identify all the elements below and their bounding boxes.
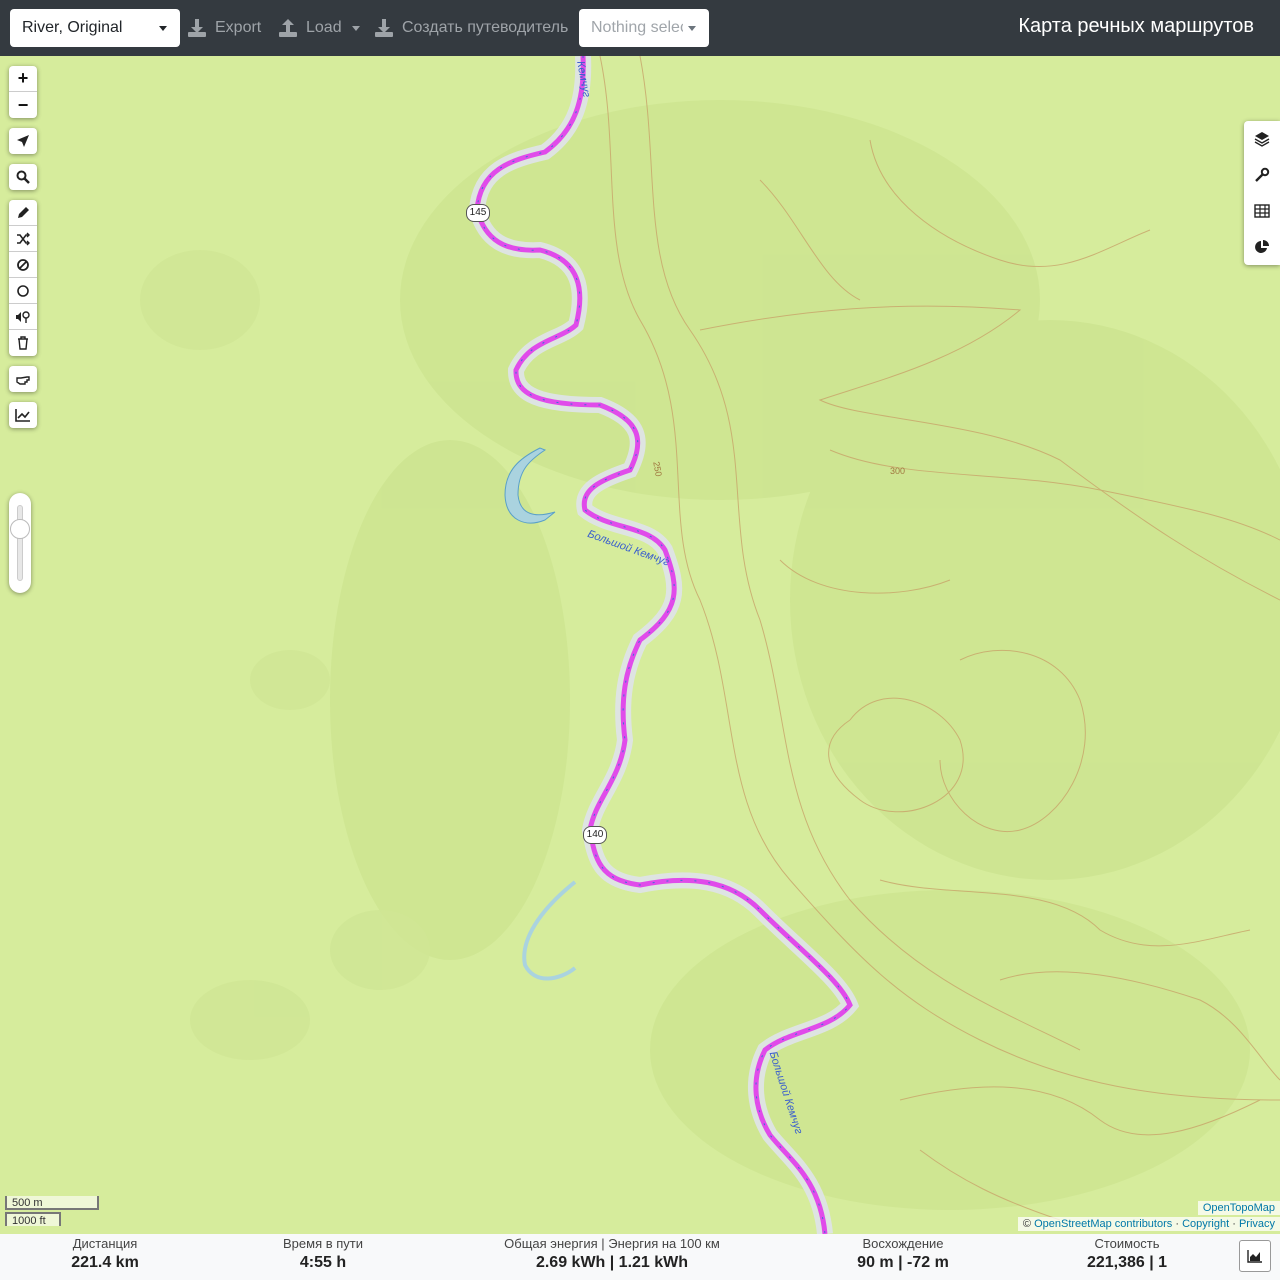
load-label: Load [306, 19, 342, 36]
delete-route-button[interactable] [9, 330, 37, 356]
locate-button[interactable] [9, 128, 37, 154]
opacity-slider[interactable] [9, 493, 31, 593]
circle-icon [17, 284, 29, 297]
attribution-separator: · [1175, 1218, 1179, 1230]
chevron-down-icon [351, 25, 360, 31]
copyright-link[interactable]: Copyright [1182, 1218, 1229, 1230]
draw-route-button[interactable] [9, 200, 37, 226]
layer-attribution: OpenTopoMap [1197, 1201, 1280, 1215]
load-button[interactable]: Load [278, 14, 360, 42]
layers-icon [1254, 132, 1270, 147]
elevation-control [9, 402, 37, 428]
stat-distance: Дистанция 221.4 km [40, 1236, 170, 1274]
right-toolbar [1244, 121, 1280, 265]
layers-button[interactable] [1244, 121, 1280, 157]
ban-icon [17, 258, 29, 271]
circle-button[interactable] [9, 278, 37, 304]
table-icon [1254, 204, 1270, 218]
topo-map [0, 56, 1280, 1234]
stat-cost-value: 221,386 | 1 [1086, 1254, 1168, 1271]
table-button[interactable] [1244, 193, 1280, 229]
elevation-chart-button[interactable] [9, 402, 37, 428]
stat-energy-value: 2.69 kWh | 1.21 kWh [535, 1254, 689, 1271]
hand-pointer-icon [16, 376, 30, 385]
zoom-control: + − [9, 66, 37, 118]
stat-ascent-value: 90 m | -72 m [857, 1254, 949, 1271]
chevron-down-icon [688, 26, 696, 31]
map-canvas[interactable]: Большой Кемчуг Кемчуг Большой Кемчуг 145… [0, 56, 1280, 1234]
upload-icon [279, 19, 297, 37]
hand-button[interactable] [9, 366, 37, 392]
shuffle-button[interactable] [9, 226, 37, 252]
stat-time-label: Время в пути [283, 1236, 363, 1251]
poi-button[interactable] [9, 304, 37, 330]
search-icon [16, 170, 30, 184]
trash-icon [18, 336, 28, 350]
download-icon [188, 19, 206, 37]
selection-dropdown-placeholder: Nothing selected [591, 19, 683, 36]
map-attribution: © OpenStreetMap contributors · Copyright… [1017, 1217, 1280, 1231]
stat-distance-value: 221.4 km [71, 1254, 139, 1271]
chevron-down-icon [159, 26, 167, 31]
stat-time: Время в пути 4:55 h [253, 1236, 393, 1274]
km-marker: 140 [583, 826, 607, 844]
scale-metric: 500 m [5, 1196, 99, 1210]
export-button[interactable]: Export [187, 14, 261, 42]
pie-chart-icon [1255, 240, 1269, 253]
no-go-area-button[interactable] [9, 252, 37, 278]
line-chart-icon [15, 409, 30, 422]
statistics-button[interactable] [1244, 229, 1280, 265]
create-guide-button[interactable]: Создать путеводитель [374, 14, 568, 42]
stat-energy-label: Общая энергия | Энергия на 100 км [504, 1236, 720, 1251]
stat-cost-label: Стоимость [1094, 1236, 1160, 1251]
shuffle-icon [17, 232, 30, 245]
stat-cost: Стоимость 221,386 | 1 [1057, 1236, 1197, 1274]
locate-arrow-icon [17, 135, 29, 147]
attribution-separator: · [1232, 1218, 1236, 1230]
osm-contributors-link[interactable]: OpenStreetMap contributors [1034, 1218, 1172, 1230]
export-label: Export [215, 19, 262, 36]
app-brand: Карта речных маршрутов [1018, 15, 1254, 37]
privacy-link[interactable]: Privacy [1239, 1218, 1275, 1230]
profile-select[interactable]: River, Original [10, 9, 180, 47]
opentopomap-link[interactable]: OpenTopoMap [1203, 1202, 1275, 1214]
top-navbar: River, Original Export Load Создать путе… [0, 0, 1280, 56]
km-marker: 145 [466, 204, 490, 222]
selection-dropdown[interactable]: Nothing selected [579, 9, 709, 47]
zoom-in-button[interactable]: + [9, 66, 37, 92]
stat-ascent-label: Восхождение [862, 1236, 944, 1251]
scale-imperial: 1000 ft [5, 1212, 61, 1227]
create-guide-label: Создать путеводитель [402, 19, 569, 36]
copyright-symbol: © [1022, 1218, 1032, 1230]
locate-control [9, 128, 37, 154]
draw-toolbar [9, 200, 37, 356]
stat-ascent: Восхождение 90 m | -72 m [833, 1236, 973, 1274]
stat-distance-label: Дистанция [72, 1236, 138, 1251]
speaker-pin-icon [16, 310, 30, 323]
download-icon [375, 19, 393, 37]
search-button[interactable] [9, 164, 37, 190]
profile-select-value: River, Original [22, 19, 123, 36]
slider-handle[interactable] [10, 519, 30, 539]
hand-control [9, 366, 37, 392]
settings-button[interactable] [1244, 157, 1280, 193]
stats-footer: Дистанция 221.4 km Время в пути 4:55 h О… [0, 1234, 1280, 1280]
area-chart-icon [1247, 1250, 1262, 1263]
stat-energy: Общая энергия | Энергия на 100 км 2.69 k… [492, 1236, 732, 1274]
stat-time-value: 4:55 h [299, 1254, 347, 1271]
contour-label: 300 [890, 466, 906, 476]
zoom-out-button[interactable]: − [9, 92, 37, 118]
slider-track [17, 505, 23, 581]
pencil-icon [18, 206, 29, 218]
wrench-icon [1255, 167, 1270, 182]
elevation-profile-button[interactable] [1239, 1240, 1271, 1272]
search-control [9, 164, 37, 190]
